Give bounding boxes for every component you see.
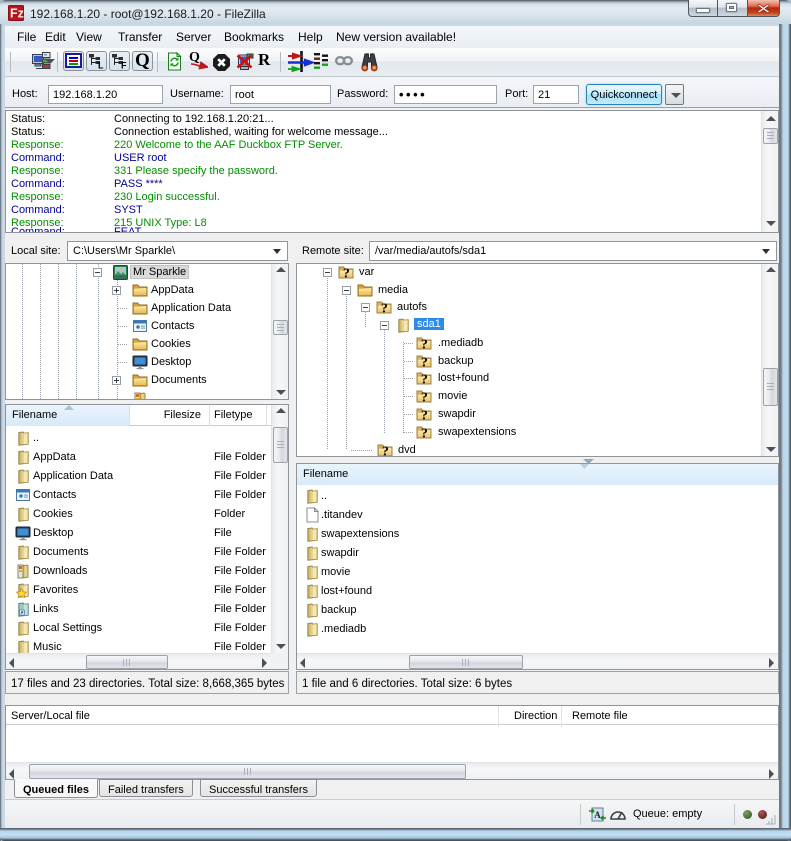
svg-text:Fz: Fz: [10, 7, 24, 21]
svg-text:F: F: [121, 61, 127, 71]
svg-text:A: A: [594, 810, 601, 820]
svg-text:L: L: [98, 61, 104, 71]
